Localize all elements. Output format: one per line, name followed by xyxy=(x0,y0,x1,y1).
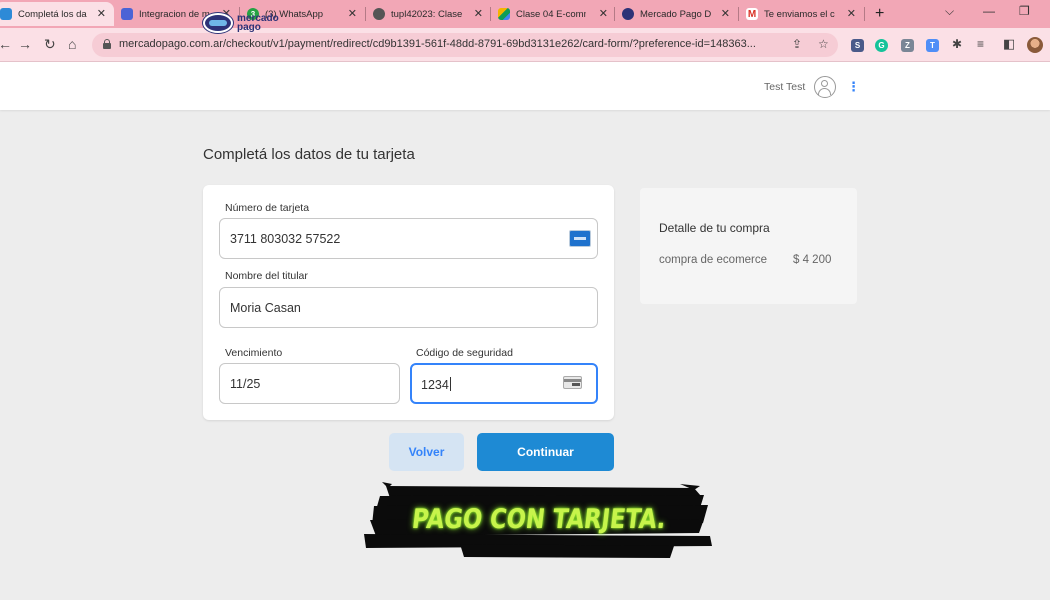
cvv-card-icon xyxy=(563,376,582,389)
page-header xyxy=(0,62,1050,110)
expiry-value[interactable]: 11/25 xyxy=(230,377,260,391)
url-text[interactable]: mercadopago.com.ar/checkout/v1/payment/r… xyxy=(119,38,784,50)
security-code-label: Código de seguridad xyxy=(416,347,513,359)
mercadopago-favicon-icon xyxy=(0,8,12,20)
logo-text-line2: pago xyxy=(237,22,261,33)
holder-name-label: Nombre del titular xyxy=(225,270,308,282)
extensions-puzzle-icon[interactable]: ✱ xyxy=(952,37,962,51)
forward-arrow-icon[interactable]: → xyxy=(18,36,32,52)
gmail-favicon-icon: M xyxy=(746,8,758,20)
tab-separator xyxy=(738,7,739,21)
expiry-label: Vencimiento xyxy=(225,347,283,359)
new-tab-button[interactable]: + xyxy=(875,5,884,23)
text-caret xyxy=(449,377,451,391)
tab-title: Clase 04 E-comm xyxy=(516,8,586,20)
user-avatar-icon[interactable] xyxy=(814,76,836,98)
amex-card-icon xyxy=(569,230,591,247)
tab-separator xyxy=(864,7,865,21)
minimize-icon[interactable]: — xyxy=(983,4,995,18)
more-options-icon[interactable]: ⋮ xyxy=(847,79,860,95)
handshake-logo-icon xyxy=(203,13,233,33)
address-bar[interactable]: mercadopago.com.ar/checkout/v1/payment/r… xyxy=(92,33,838,57)
user-name: Test Test xyxy=(764,81,806,93)
caption-text: PAGO CON TARJETA. xyxy=(410,503,668,535)
expiry-input[interactable]: 11/25 xyxy=(219,363,400,404)
summary-item-price: $ 4 200 xyxy=(793,254,832,266)
page-title: Completá los datos de tu tarjeta xyxy=(203,146,415,163)
back-button[interactable]: Volver xyxy=(389,433,464,471)
lock-icon[interactable] xyxy=(103,39,111,49)
purchase-summary: Detalle de tu compra compra de ecomerce … xyxy=(640,188,857,304)
bookmark-star-icon[interactable]: ☆ xyxy=(818,37,829,51)
translate-extension-icon[interactable]: T xyxy=(926,39,939,52)
close-tab-icon[interactable]: ✕ xyxy=(97,7,106,20)
card-number-label: Número de tarjeta xyxy=(225,202,310,214)
close-tab-icon[interactable]: ✕ xyxy=(474,7,483,20)
summary-item-name: compra de ecomerce xyxy=(659,254,768,266)
tab-separator xyxy=(490,7,491,21)
tab-mercadopago-dev[interactable]: Mercado Pago D ✕ xyxy=(622,2,738,26)
tab-title: Te enviamos el c xyxy=(764,8,835,20)
card-number-value[interactable]: 3711 803032 57522 xyxy=(230,232,340,246)
google-drive-favicon-icon xyxy=(498,8,510,20)
security-code-value[interactable]: 1234 xyxy=(421,377,451,392)
extension-icon[interactable]: Z xyxy=(901,39,914,52)
summary-title: Detalle de tu compra xyxy=(659,221,770,235)
tab-title: tupl42023: Clase xyxy=(391,8,463,20)
side-panel-icon[interactable]: ◧ xyxy=(1003,36,1015,52)
close-tab-icon[interactable]: ✕ xyxy=(599,7,608,20)
close-tab-icon[interactable]: ✕ xyxy=(721,7,730,20)
grammarly-extension-icon[interactable]: G xyxy=(875,39,888,52)
browser-toolbar: ← → ↻ ⌂ mercadopago.com.ar/checkout/v1/p… xyxy=(0,28,1050,62)
close-tab-icon[interactable]: ✕ xyxy=(847,7,856,20)
back-arrow-icon[interactable]: ← xyxy=(0,36,12,52)
reload-icon[interactable]: ↻ xyxy=(44,36,56,53)
printer-favicon-icon xyxy=(121,8,133,20)
caption-banner: PAGO CON TARJETA. xyxy=(364,478,714,560)
tab-title: Mercado Pago D xyxy=(640,8,712,20)
tab-search-icon[interactable]: ⌵ xyxy=(945,4,954,19)
mercadopago-logo[interactable]: mercado pago xyxy=(203,13,279,33)
continue-button[interactable]: Continuar xyxy=(477,433,614,471)
logo-text: mercado pago xyxy=(237,14,279,33)
tab-gmail[interactable]: M Te enviamos el c ✕ xyxy=(746,2,864,26)
home-icon[interactable]: ⌂ xyxy=(68,36,76,52)
tab-mercadopago-checkout[interactable]: Completá los da ✕ xyxy=(0,2,114,26)
card-number-input[interactable]: 3711 803032 57522 xyxy=(219,218,598,259)
close-tab-icon[interactable]: ✕ xyxy=(348,7,357,20)
security-code-input[interactable]: 1234 xyxy=(410,363,598,404)
tab-tupl42023[interactable]: tupl42023: Clase ✕ xyxy=(373,2,491,26)
tab-title: Completá los da xyxy=(18,8,87,20)
restore-window-icon[interactable]: ❐ xyxy=(1019,4,1030,18)
tab-separator xyxy=(614,7,615,21)
reading-list-icon[interactable]: ≡ xyxy=(977,37,984,51)
mercadopago-favicon-icon xyxy=(622,8,634,20)
holder-name-input[interactable]: Moria Casan xyxy=(219,287,598,328)
card-form: Número de tarjeta 3711 803032 57522 Nomb… xyxy=(203,185,614,420)
security-code-text: 1234 xyxy=(421,378,449,392)
holder-name-value[interactable]: Moria Casan xyxy=(230,301,301,315)
share-icon[interactable]: ⇪ xyxy=(792,37,802,51)
profile-avatar[interactable] xyxy=(1027,37,1043,53)
tab-separator xyxy=(365,7,366,21)
tab-clase-04[interactable]: Clase 04 E-comm ✕ xyxy=(498,2,616,26)
browser-tab-strip: Completá los da ✕ Integracion de m ✕ 3 (… xyxy=(0,0,1050,28)
github-favicon-icon xyxy=(373,8,385,20)
extension-icon[interactable]: S xyxy=(851,39,864,52)
